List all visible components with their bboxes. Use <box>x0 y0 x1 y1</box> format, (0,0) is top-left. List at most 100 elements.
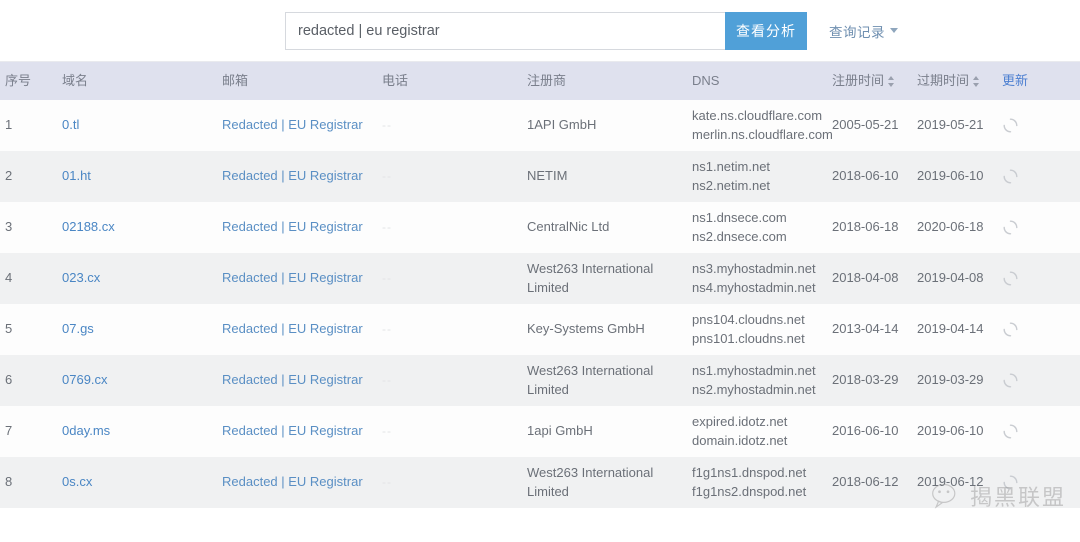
cell-registrar: West263 International Limited <box>527 465 654 499</box>
table-row: 1 0.tl Redacted | EU Registrar -- 1API GmbH k… <box>0 100 1080 151</box>
table-row: 3 02188.cx Redacted | EU Registrar -- Centra… <box>0 202 1080 253</box>
domain-link[interactable]: 02188.cx <box>62 219 115 234</box>
email-link[interactable]: Redacted | EU Registrar <box>222 321 363 336</box>
domain-link[interactable]: 023.cx <box>62 270 100 285</box>
dns-server-2: f1g1ns2.dnspod.net <box>692 483 807 499</box>
cell-index: 3 <box>5 219 13 235</box>
sort-arrows-icon[interactable] <box>973 75 980 87</box>
cell-phone: -- <box>382 269 527 287</box>
cell-email[interactable]: Redacted | EU Registrar <box>222 218 382 236</box>
column-header-email: 邮箱 <box>222 72 249 88</box>
whois-results-table: 序号 域名 邮箱 电话 注册商 DNS 注册时间 过期时间 更新 1 0.tl Re… <box>0 62 1080 542</box>
cell-phone: -- <box>382 422 527 440</box>
dns-server-1: f1g1ns1.dnspod.net <box>692 465 807 481</box>
column-header-registrar: 注册商 <box>527 72 567 88</box>
cell-email[interactable]: Redacted | EU Registrar <box>222 269 382 287</box>
cell-exp-time: 2019-06-10 <box>917 168 984 184</box>
cell-domain[interactable]: 07.gs <box>62 320 222 338</box>
cell-email[interactable]: Redacted | EU Registrar <box>222 320 382 338</box>
cell-domain[interactable]: 023.cx <box>62 269 222 287</box>
refresh-icon[interactable] <box>1002 474 1019 491</box>
email-link[interactable]: Redacted | EU Registrar <box>222 474 363 489</box>
cell-exp-time: 2019-04-14 <box>917 321 984 337</box>
email-link[interactable]: Redacted | EU Registrar <box>222 117 363 132</box>
cell-index: 7 <box>5 423 13 439</box>
dns-server-1: ns1.myhostadmin.net <box>692 363 816 379</box>
column-header-domain: 域名 <box>62 72 89 88</box>
cell-refresh-button[interactable] <box>1002 321 1062 338</box>
top-search-bar: 查看分析 查询记录 <box>0 0 1080 62</box>
table-row: 8 0s.cx Redacted | EU Registrar -- West263 I… <box>0 457 1080 508</box>
sort-arrows-icon[interactable] <box>888 75 895 87</box>
cell-refresh-button[interactable] <box>1002 117 1062 134</box>
cell-email[interactable]: Redacted | EU Registrar <box>222 422 382 440</box>
domain-link[interactable]: 0.tl <box>62 117 79 132</box>
dns-server-2: ns4.myhostadmin.net <box>692 279 816 295</box>
column-header-index: 序号 <box>5 72 32 88</box>
dns-server-2: domain.idotz.net <box>692 432 788 448</box>
email-link[interactable]: Redacted | EU Registrar <box>222 270 363 285</box>
phone-empty-placeholder: -- <box>382 373 392 388</box>
cell-refresh-button[interactable] <box>1002 270 1062 287</box>
column-header-update[interactable]: 更新 <box>1002 72 1062 90</box>
refresh-icon[interactable] <box>1002 321 1019 338</box>
column-header-reg-time-label: 注册时间 <box>832 72 885 88</box>
cell-refresh-button[interactable] <box>1002 474 1062 491</box>
search-input[interactable] <box>285 11 725 50</box>
domain-link[interactable]: 0day.ms <box>62 423 110 438</box>
column-header-exp-time[interactable]: 过期时间 <box>917 72 1002 90</box>
column-header-exp-time-label: 过期时间 <box>917 72 970 88</box>
cell-reg-time: 2016-06-10 <box>832 423 899 439</box>
refresh-icon[interactable] <box>1002 270 1019 287</box>
cell-reg-time: 2018-03-29 <box>832 372 899 388</box>
cell-email[interactable]: Redacted | EU Registrar <box>222 116 382 134</box>
cell-dns: f1g1ns1.dnspod.net f1g1ns2.dnspod.net <box>692 464 832 501</box>
cell-refresh-button[interactable] <box>1002 372 1062 389</box>
cell-index: 6 <box>5 372 13 388</box>
refresh-icon[interactable] <box>1002 423 1019 440</box>
dns-server-2: merlin.ns.cloudflare.com <box>692 126 833 142</box>
cell-exp-time: 2019-05-21 <box>917 117 984 133</box>
cell-domain[interactable]: 0s.cx <box>62 473 222 491</box>
cell-phone: -- <box>382 473 527 491</box>
email-link[interactable]: Redacted | EU Registrar <box>222 168 363 183</box>
refresh-icon[interactable] <box>1002 117 1019 134</box>
cell-refresh-button[interactable] <box>1002 423 1062 440</box>
table-row: 6 0769.cx Redacted | EU Registrar -- West263… <box>0 355 1080 406</box>
dns-server-1: ns1.dnsece.com <box>692 210 787 226</box>
domain-link[interactable]: 07.gs <box>62 321 94 336</box>
cell-email[interactable]: Redacted | EU Registrar <box>222 473 382 491</box>
cell-dns: ns1.dnsece.com ns2.dnsece.com <box>692 209 832 246</box>
email-link[interactable]: Redacted | EU Registrar <box>222 219 363 234</box>
chevron-down-icon <box>890 28 898 33</box>
domain-link[interactable]: 01.ht <box>62 168 91 183</box>
email-link[interactable]: Redacted | EU Registrar <box>222 372 363 387</box>
cell-registrar: NETIM <box>527 168 568 184</box>
cell-email[interactable]: Redacted | EU Registrar <box>222 371 382 389</box>
phone-empty-placeholder: -- <box>382 424 392 439</box>
cell-index: 2 <box>5 168 13 184</box>
cell-domain[interactable]: 01.ht <box>62 167 222 185</box>
cell-email[interactable]: Redacted | EU Registrar <box>222 167 382 185</box>
domain-link[interactable]: 0769.cx <box>62 372 108 387</box>
refresh-icon[interactable] <box>1002 168 1019 185</box>
column-header-reg-time[interactable]: 注册时间 <box>832 72 917 90</box>
table-row: 2 01.ht Redacted | EU Registrar -- NETIM ns1.… <box>0 151 1080 202</box>
email-link[interactable]: Redacted | EU Registrar <box>222 423 363 438</box>
dns-server-2: ns2.netim.net <box>692 177 771 193</box>
refresh-icon[interactable] <box>1002 219 1019 236</box>
table-header-row: 序号 域名 邮箱 电话 注册商 DNS 注册时间 过期时间 更新 <box>0 62 1080 100</box>
refresh-icon[interactable] <box>1002 372 1019 389</box>
cell-domain[interactable]: 0.tl <box>62 116 222 134</box>
query-records-dropdown[interactable]: 查询记录 <box>829 21 898 41</box>
cell-dns: kate.ns.cloudflare.com merlin.ns.cloudfla… <box>692 107 833 144</box>
cell-domain[interactable]: 0day.ms <box>62 422 222 440</box>
phone-empty-placeholder: -- <box>382 220 392 235</box>
analyze-button[interactable]: 查看分析 <box>725 11 807 50</box>
domain-link[interactable]: 0s.cx <box>62 474 92 489</box>
cell-refresh-button[interactable] <box>1002 219 1062 236</box>
dns-server-2: ns2.dnsece.com <box>692 228 787 244</box>
cell-domain[interactable]: 02188.cx <box>62 218 222 236</box>
cell-domain[interactable]: 0769.cx <box>62 371 222 389</box>
cell-refresh-button[interactable] <box>1002 168 1062 185</box>
